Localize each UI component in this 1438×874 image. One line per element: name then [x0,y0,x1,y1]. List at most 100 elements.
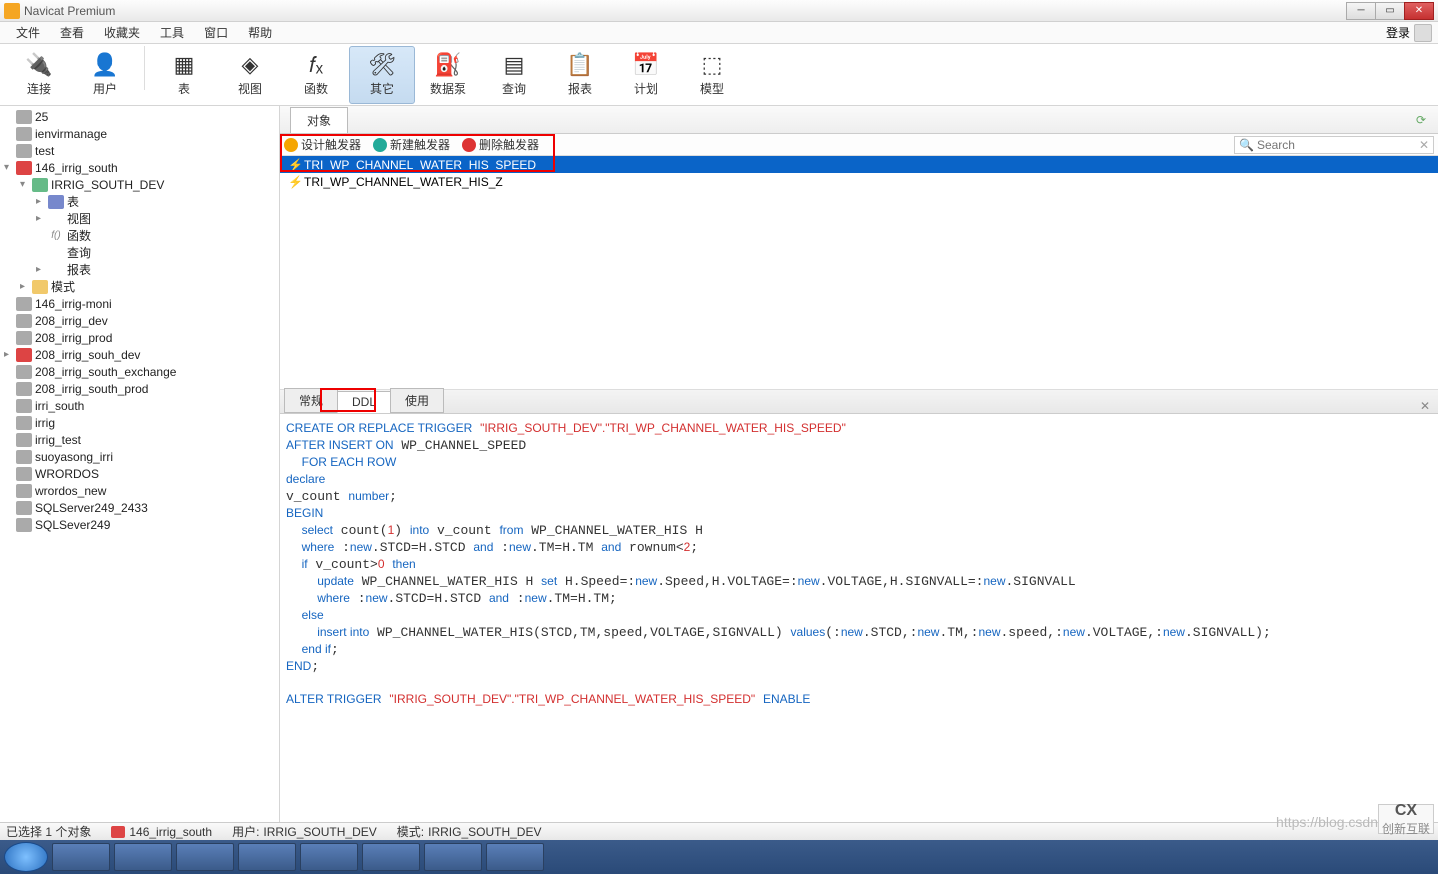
tree-item[interactable]: irri_south [0,397,279,414]
plug-icon: 🔌 [25,52,53,78]
query-icon: ▤ [500,52,528,78]
close-button[interactable]: ✕ [1404,2,1434,20]
db-gray-icon [16,467,32,481]
pump-icon: ⛽ [434,52,462,78]
query-icon [48,246,64,260]
tree-item[interactable]: ▾IRRIG_SOUTH_DEV [0,176,279,193]
taskbar-item[interactable] [114,843,172,871]
taskbar-item[interactable] [424,843,482,871]
user-icon: 👤 [91,52,119,78]
tab-help-icon[interactable]: ⟳ [1410,109,1432,131]
start-button[interactable] [4,842,48,872]
tool-report[interactable]: 📋报表 [547,46,613,104]
trigger-row[interactable]: ⚡TRI_WP_CHANNEL_WATER_HIS_Z [280,173,1438,190]
tab-objects[interactable]: 对象 [290,107,348,133]
tree-item[interactable]: test [0,142,279,159]
new-trigger-button[interactable]: 新建触发器 [373,136,450,153]
search-box[interactable]: 🔍 ✕ [1234,136,1434,154]
tool-pump[interactable]: ⛽数据泵 [415,46,481,104]
connection-tree[interactable]: 25ienvirmanagetest▾146_irrig_south▾IRRIG… [0,106,280,822]
fx-icon: 𝑓ₓ [302,52,330,78]
tree-item[interactable]: 208_irrig_south_exchange [0,363,279,380]
status-bar: 已选择 1 个对象 146_irrig_south 用户: IRRIG_SOUT… [0,822,1438,840]
tool-plug[interactable]: 🔌连接 [6,46,72,104]
tree-item[interactable]: 查询 [0,244,279,261]
tree-item[interactable]: ▸报表 [0,261,279,278]
design-trigger-button[interactable]: 设计触发器 [284,136,361,153]
menu-file[interactable]: 文件 [6,22,50,43]
tool-view[interactable]: ◈视图 [217,46,283,104]
menubar: 文件 查看 收藏夹 工具 窗口 帮助 登录 [0,22,1438,44]
tree-item[interactable]: ▸表 [0,193,279,210]
db-gray-icon [16,144,32,158]
app-icon [4,3,20,19]
tree-item[interactable]: ienvirmanage [0,125,279,142]
db-gray-icon [16,331,32,345]
db-gray-icon [16,450,32,464]
tab-ddl[interactable]: DDL [337,391,391,413]
menu-window[interactable]: 窗口 [194,22,238,43]
taskbar-item[interactable] [362,843,420,871]
tree-item[interactable]: 25 [0,108,279,125]
db-gray-icon [16,297,32,311]
tool-other[interactable]: 🛠其它 [349,46,415,104]
tree-item[interactable]: ▾146_irrig_south [0,159,279,176]
maximize-button[interactable]: ▭ [1375,2,1405,20]
tool-user[interactable]: 👤用户 [72,46,138,104]
trigger-list[interactable]: ⚡TRI_WP_CHANNEL_WATER_HIS_SPEED⚡TRI_WP_C… [280,156,1438,390]
taskbar-item[interactable] [176,843,234,871]
tab-general[interactable]: 常规 [284,388,338,413]
taskbar-item[interactable] [300,843,358,871]
db-icon [16,161,32,175]
tool-table[interactable]: ▦表 [151,46,217,104]
taskbar-item[interactable] [238,843,296,871]
tree-item[interactable]: irrig [0,414,279,431]
tree-item[interactable]: suoyasong_irri [0,448,279,465]
report-icon: 📋 [566,52,594,78]
tree-item[interactable]: 208_irrig_south_prod [0,380,279,397]
windows-taskbar [0,840,1438,874]
tool-query[interactable]: ▤查询 [481,46,547,104]
tool-fx[interactable]: 𝑓ₓ函数 [283,46,349,104]
tree-item[interactable]: 208_irrig_dev [0,312,279,329]
table-icon: ▦ [170,52,198,78]
close-panel-icon[interactable]: ✕ [1420,399,1430,413]
delete-trigger-button[interactable]: 删除触发器 [462,136,539,153]
clear-search-icon[interactable]: ✕ [1419,138,1429,152]
trigger-row[interactable]: ⚡TRI_WP_CHANNEL_WATER_HIS_SPEED [280,156,1438,173]
tool-model[interactable]: ⬚模型 [679,46,745,104]
func-icon: f() [48,229,64,243]
menu-help[interactable]: 帮助 [238,22,282,43]
login-link[interactable]: 登录 [1386,24,1410,41]
schema-icon [32,178,48,192]
tree-item[interactable]: ▸视图 [0,210,279,227]
taskbar-item[interactable] [486,843,544,871]
minus-icon [462,138,476,152]
status-selection: 已选择 1 个对象 [6,823,91,840]
status-connection: 146_irrig_south [111,825,212,839]
other-icon: 🛠 [368,52,396,78]
tree-item[interactable]: irrig_test [0,431,279,448]
search-input[interactable] [1257,138,1416,152]
menu-favorites[interactable]: 收藏夹 [94,22,150,43]
db-gray-icon [16,382,32,396]
tree-item[interactable]: WRORDOS [0,465,279,482]
tree-item[interactable]: f()函数 [0,227,279,244]
menu-view[interactable]: 查看 [50,22,94,43]
tree-item[interactable]: 146_irrig-moni [0,295,279,312]
tree-item[interactable]: SQLServer249_2433 [0,499,279,516]
tree-item[interactable]: ▸208_irrig_souh_dev [0,346,279,363]
menu-tools[interactable]: 工具 [150,22,194,43]
tree-item[interactable]: SQLSever249 [0,516,279,533]
tool-plan[interactable]: 📅计划 [613,46,679,104]
taskbar-item[interactable] [52,843,110,871]
sql-editor[interactable]: CREATE OR REPLACE TRIGGER "IRRIG_SOUTH_D… [280,414,1438,822]
tree-item[interactable]: ▸模式 [0,278,279,295]
db-gray-icon [16,433,32,447]
minimize-button[interactable]: ─ [1346,2,1376,20]
tree-item[interactable]: wrordos_new [0,482,279,499]
plan-icon: 📅 [632,52,660,78]
tree-item[interactable]: 208_irrig_prod [0,329,279,346]
user-avatar-icon[interactable] [1414,24,1432,42]
tab-usage[interactable]: 使用 [390,388,444,413]
